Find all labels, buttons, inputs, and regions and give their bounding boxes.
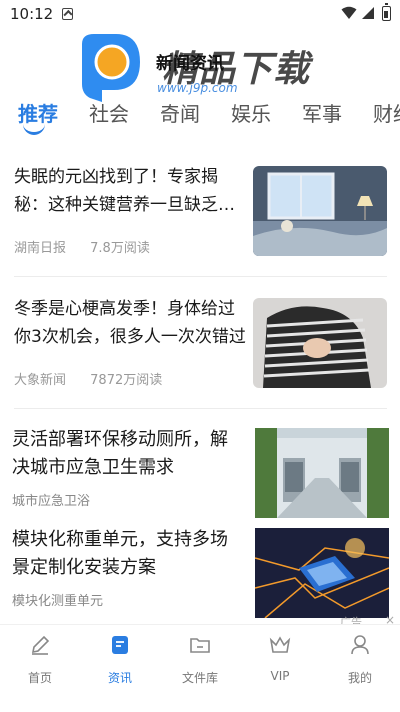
app-logo-icon (82, 34, 140, 102)
page-title: 新闻资讯 (156, 54, 224, 74)
tab-entertainment[interactable]: 娱乐 (231, 98, 271, 127)
nav-home[interactable]: 首页 (8, 633, 72, 686)
divider (14, 408, 387, 409)
nav-news[interactable]: 资讯 (88, 633, 152, 686)
news-reads: 7872万阅读 (90, 373, 163, 388)
ad-thumbnail-restroom (255, 428, 389, 518)
tab-military[interactable]: 军事 (302, 98, 342, 127)
ad-title: 模块化称重单元，支持多场景定制化安装方案 (12, 529, 228, 578)
nav-label: VIP (270, 669, 290, 683)
battery-icon (382, 3, 391, 21)
news-title: 冬季是心梗高发季！身体给过你3次机会，很多人一次次错过 (14, 299, 246, 347)
ad-thumbnail-circuit (255, 528, 389, 618)
folder-icon (190, 638, 210, 653)
tab-oddities[interactable]: 奇闻 (160, 98, 200, 127)
user-icon (351, 635, 369, 655)
tab-society[interactable]: 社会 (89, 98, 129, 127)
notification-icon (62, 8, 73, 20)
news-source: 湖南日报 (14, 241, 67, 256)
nav-profile[interactable]: 我的 (328, 633, 392, 686)
nav-file-library[interactable]: 文件库 (168, 633, 232, 686)
news-meta: 大象新闻 7872万阅读 (14, 369, 162, 388)
ad-item[interactable]: 模块化称重单元，支持多场景定制化安装方案 模块化测重单元 (0, 522, 400, 618)
news-title: 失眠的元凶找到了！专家揭秘：这种关键营养一旦缺乏… (14, 167, 235, 215)
wifi-icon (341, 6, 357, 19)
nav-label: 首页 (27, 671, 52, 685)
signal-icon (362, 7, 374, 19)
nav-vip[interactable]: VIP (248, 633, 312, 683)
ad-source: 城市应急卫浴 (12, 494, 91, 509)
news-thumbnail-person (253, 298, 387, 388)
news-icon (112, 636, 128, 654)
brand-url: www.j9p.com (157, 81, 238, 95)
news-reads: 7.8万阅读 (90, 241, 150, 256)
news-source: 大象新闻 (14, 373, 67, 388)
news-item[interactable]: 冬季是心梗高发季！身体给过你3次机会，很多人一次次错过 大象新闻 7872万阅读 (0, 292, 400, 392)
news-thumbnail-bedroom (253, 166, 387, 256)
news-item[interactable]: 失眠的元凶找到了！专家揭秘：这种关键营养一旦缺乏… 湖南日报 7.8万阅读 (0, 160, 400, 270)
crown-icon (269, 636, 291, 653)
tab-finance[interactable]: 财经 (373, 98, 400, 127)
nav-label: 资讯 (107, 671, 132, 685)
status-time: 10:12 (10, 5, 54, 23)
bottom-nav: 首页 资讯 文件库 VIP 我的 (0, 624, 400, 712)
ad-item[interactable]: 灵活部署环保移动厕所，解决城市应急卫生需求 城市应急卫浴 (0, 420, 400, 518)
ad-source: 模块化测重单元 (12, 594, 104, 609)
category-tabs: 推荐 社会 奇闻 娱乐 军事 财经 (0, 94, 400, 140)
pencil-icon (31, 635, 50, 655)
nav-label: 文件库 (181, 671, 218, 685)
news-meta: 湖南日报 7.8万阅读 (14, 237, 150, 256)
status-bar: 10:12 (0, 0, 400, 28)
ad-title: 灵活部署环保移动厕所，解决城市应急卫生需求 (12, 429, 228, 478)
divider (14, 276, 387, 277)
nav-label: 我的 (347, 671, 372, 685)
